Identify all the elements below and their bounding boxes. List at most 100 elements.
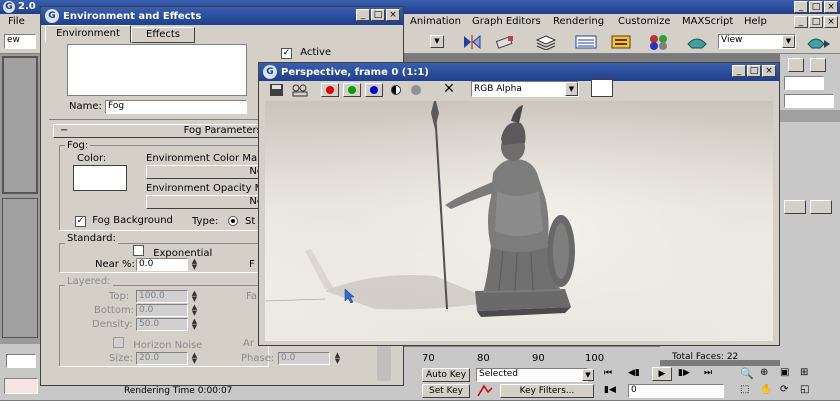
auto-key-button[interactable]: Auto Key <box>422 368 470 382</box>
key-mode-icon[interactable] <box>476 384 494 398</box>
env-minimize-button[interactable]: _ <box>356 9 370 21</box>
material-editor-icon[interactable] <box>648 34 670 50</box>
mirror-icon[interactable] <box>462 34 482 50</box>
schematic-view-icon[interactable] <box>610 34 632 50</box>
near-field[interactable]: 0.0 <box>136 258 188 271</box>
maximize-viewport-icon[interactable]: ◱ <box>800 384 814 398</box>
left-dropdown[interactable]: ew <box>4 34 36 49</box>
go-to-end-icon[interactable]: ⏭ <box>704 368 722 380</box>
clear-icon[interactable]: ✕ <box>441 81 457 97</box>
cmd-dropdown[interactable] <box>784 94 834 108</box>
render-image[interactable] <box>265 101 773 341</box>
fog-color-swatch[interactable] <box>73 165 127 191</box>
alpha-channel-icon[interactable] <box>391 85 401 95</box>
env-maximize-button[interactable]: □ <box>371 9 385 21</box>
near-spinner[interactable]: ▲ ▼ <box>190 258 199 271</box>
density-spinner[interactable]: ▲ ▼ <box>190 318 199 331</box>
render-minimize-button[interactable]: _ <box>732 65 746 77</box>
color-swatch[interactable] <box>591 79 613 97</box>
selected-dropdown[interactable]: Selected <box>476 368 588 382</box>
cmd-button-1[interactable] <box>788 58 804 72</box>
quick-render-icon[interactable] <box>806 34 832 50</box>
bottom-field[interactable]: 0.0 <box>136 304 188 317</box>
type-standard-radio[interactable] <box>228 216 238 226</box>
align-icon[interactable] <box>494 34 516 50</box>
left-pink-field[interactable] <box>4 378 38 394</box>
doc-minimize-button[interactable]: _ <box>794 16 808 28</box>
render-maximize-button[interactable]: □ <box>747 65 761 77</box>
clone-icon[interactable] <box>291 83 309 97</box>
fog-background-checkbox[interactable]: ✓ <box>75 216 86 227</box>
env-opacity-map-button[interactable]: No <box>146 195 266 209</box>
exponential-checkbox[interactable] <box>133 245 144 256</box>
next-frame-icon[interactable]: ▮▶ <box>678 368 696 380</box>
selected-dropdown-arrow[interactable]: ▼ <box>582 369 594 381</box>
set-key-button[interactable]: Set Key <box>422 384 470 398</box>
red-channel-button[interactable] <box>321 83 339 97</box>
maximize-button[interactable]: □ <box>809 1 823 13</box>
menu-animation[interactable]: Animation <box>410 16 461 27</box>
size-spinner[interactable]: ▲ ▼ <box>190 352 199 365</box>
size-field[interactable]: 20.0 <box>136 352 188 365</box>
minimize-button[interactable]: _ <box>794 1 808 13</box>
cmd-button-4[interactable] <box>810 200 832 214</box>
name-field[interactable]: Fog <box>105 100 247 114</box>
tab-environment[interactable]: Environment <box>45 25 131 43</box>
bottom-spinner[interactable]: ▲ ▼ <box>190 304 199 317</box>
horizon-noise-checkbox[interactable] <box>113 337 124 348</box>
left-mini-field[interactable] <box>6 354 36 368</box>
menu-customize[interactable]: Customize <box>618 16 671 27</box>
green-channel-button[interactable] <box>343 83 361 97</box>
blue-channel-button[interactable] <box>365 83 383 97</box>
top-spinner[interactable]: ▲ ▼ <box>190 290 199 303</box>
key-mode-toggle-icon[interactable]: ▮◀ <box>604 385 622 397</box>
main-title: 2.0 <box>18 1 36 12</box>
cmd-button-2[interactable] <box>810 58 826 72</box>
prev-frame-icon[interactable]: ◀▮ <box>628 368 646 380</box>
phase-field[interactable]: 0.0 <box>278 352 330 365</box>
tab-effects[interactable]: Effects <box>131 27 195 43</box>
menu-graph-editors[interactable]: Graph Editors <box>472 16 541 27</box>
go-to-start-icon[interactable]: ⏮ <box>604 368 622 380</box>
frame-field[interactable]: 0 <box>628 384 724 398</box>
key-filters-button[interactable]: Key Filters... <box>500 384 594 398</box>
channel-dropdown[interactable]: RGB Alpha <box>471 81 579 97</box>
phase-spinner[interactable]: ▲ ▼ <box>333 352 342 365</box>
env-close-button[interactable]: × <box>386 9 400 21</box>
mono-channel-icon[interactable] <box>411 85 421 95</box>
viewport-top-left[interactable] <box>2 56 38 194</box>
toolbar-dropdown-arrow[interactable]: ▼ <box>430 35 444 48</box>
doc-close-button[interactable]: × <box>824 16 838 28</box>
active-checkbox[interactable]: ✓ <box>281 48 292 59</box>
layers-icon[interactable] <box>535 34 557 51</box>
top-field[interactable]: 100.0 <box>136 290 188 303</box>
render-close-button[interactable]: × <box>762 65 776 77</box>
menu-maxscript[interactable]: MAXScript <box>682 16 733 27</box>
close-button[interactable]: × <box>824 1 838 13</box>
channel-dropdown-arrow[interactable]: ▼ <box>565 82 578 96</box>
render-scene-icon[interactable] <box>686 34 708 50</box>
zoom-icon[interactable]: 🔍 <box>740 367 754 381</box>
arc-rotate-icon[interactable]: ⟳ <box>780 384 794 398</box>
save-icon[interactable] <box>269 83 285 97</box>
effects-listbox[interactable] <box>67 44 247 96</box>
menu-help[interactable]: Help <box>744 16 767 27</box>
zoom-all-icon[interactable]: ⊕ <box>760 367 774 381</box>
viewport-bottom-left[interactable] <box>2 198 38 338</box>
menu-file[interactable]: File <box>8 16 25 27</box>
region-zoom-icon[interactable]: ⬚ <box>740 384 754 398</box>
cmd-button-3[interactable] <box>784 200 806 214</box>
env-color-map-button[interactable]: No <box>146 165 266 179</box>
pan-icon[interactable]: ✋ <box>760 384 774 398</box>
doc-maximize-button[interactable]: □ <box>809 16 823 28</box>
cmd-field[interactable] <box>784 76 824 90</box>
view-dropdown-arrow[interactable]: ▼ <box>782 35 795 48</box>
zoom-extents-icon[interactable]: ▣ <box>780 367 794 381</box>
menu-rendering[interactable]: Rendering <box>553 16 604 27</box>
time-ruler[interactable]: 70 80 90 100 <box>400 346 660 366</box>
zoom-extents-all-icon[interactable]: ⊞ <box>800 367 814 381</box>
play-icon[interactable]: ▶ <box>652 367 672 381</box>
curve-editor-icon[interactable] <box>575 34 597 50</box>
density-field[interactable]: 50.0 <box>136 318 188 331</box>
fog-parameters-rollout[interactable]: − Fog Parameters <box>53 124 263 138</box>
